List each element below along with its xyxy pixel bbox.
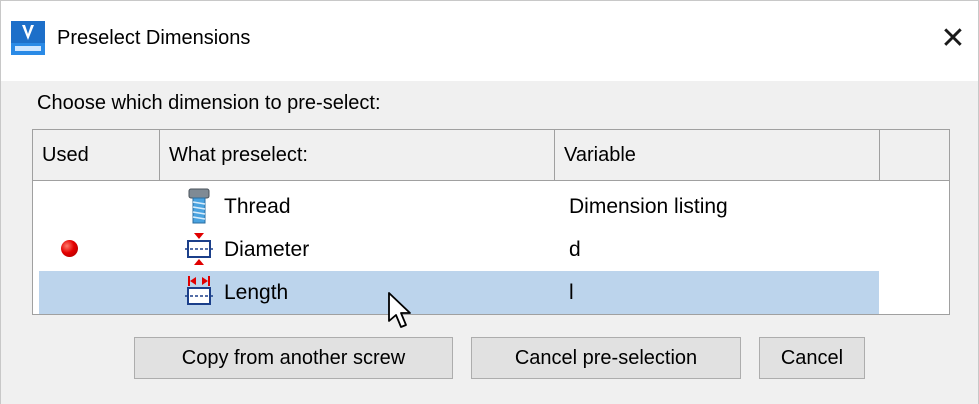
row-what-label: Diameter <box>224 237 310 261</box>
close-icon: ✕ <box>940 22 966 55</box>
used-marker-icon <box>61 240 78 257</box>
dimension-table: Used What preselect: Variable Thread Dim… <box>32 129 950 315</box>
row-variable-value: l <box>569 280 574 304</box>
diameter-dimension-icon <box>185 233 213 265</box>
thread-bolt-icon <box>188 188 210 224</box>
cancel-preselection-button[interactable]: Cancel pre-selection <box>471 337 741 379</box>
table-row-thread[interactable]: Thread Dimension listing <box>39 185 879 228</box>
row-variable-value: d <box>569 237 581 261</box>
column-header-filler <box>880 130 949 180</box>
cancel-button[interactable]: Cancel <box>759 337 865 379</box>
row-what-label: Length <box>224 280 289 304</box>
preselect-dimensions-dialog: Preselect Dimensions ✕ Choose which dime… <box>0 0 979 404</box>
table-row-diameter[interactable]: Diameter d <box>39 228 879 271</box>
prompt-label: Choose which dimension to pre-select: <box>37 92 381 114</box>
title-bar: Preselect Dimensions ✕ <box>1 1 978 81</box>
length-dimension-icon <box>185 276 213 305</box>
table-header: Used What preselect: Variable <box>33 130 949 181</box>
column-header-variable[interactable]: Variable <box>555 130 880 180</box>
row-what-label: Thread <box>224 194 291 218</box>
mouse-pointer-icon <box>388 292 411 328</box>
column-header-used[interactable]: Used <box>33 130 160 180</box>
app-logo-icon <box>11 21 45 55</box>
close-button[interactable]: ✕ <box>933 19 973 59</box>
copy-from-another-screw-button[interactable]: Copy from another screw <box>134 337 453 379</box>
window-title: Preselect Dimensions <box>57 27 251 49</box>
row-variable-value: Dimension listing <box>569 194 728 218</box>
column-header-what-preselect[interactable]: What preselect: <box>160 130 555 180</box>
table-row-length[interactable]: Length l <box>39 271 879 314</box>
